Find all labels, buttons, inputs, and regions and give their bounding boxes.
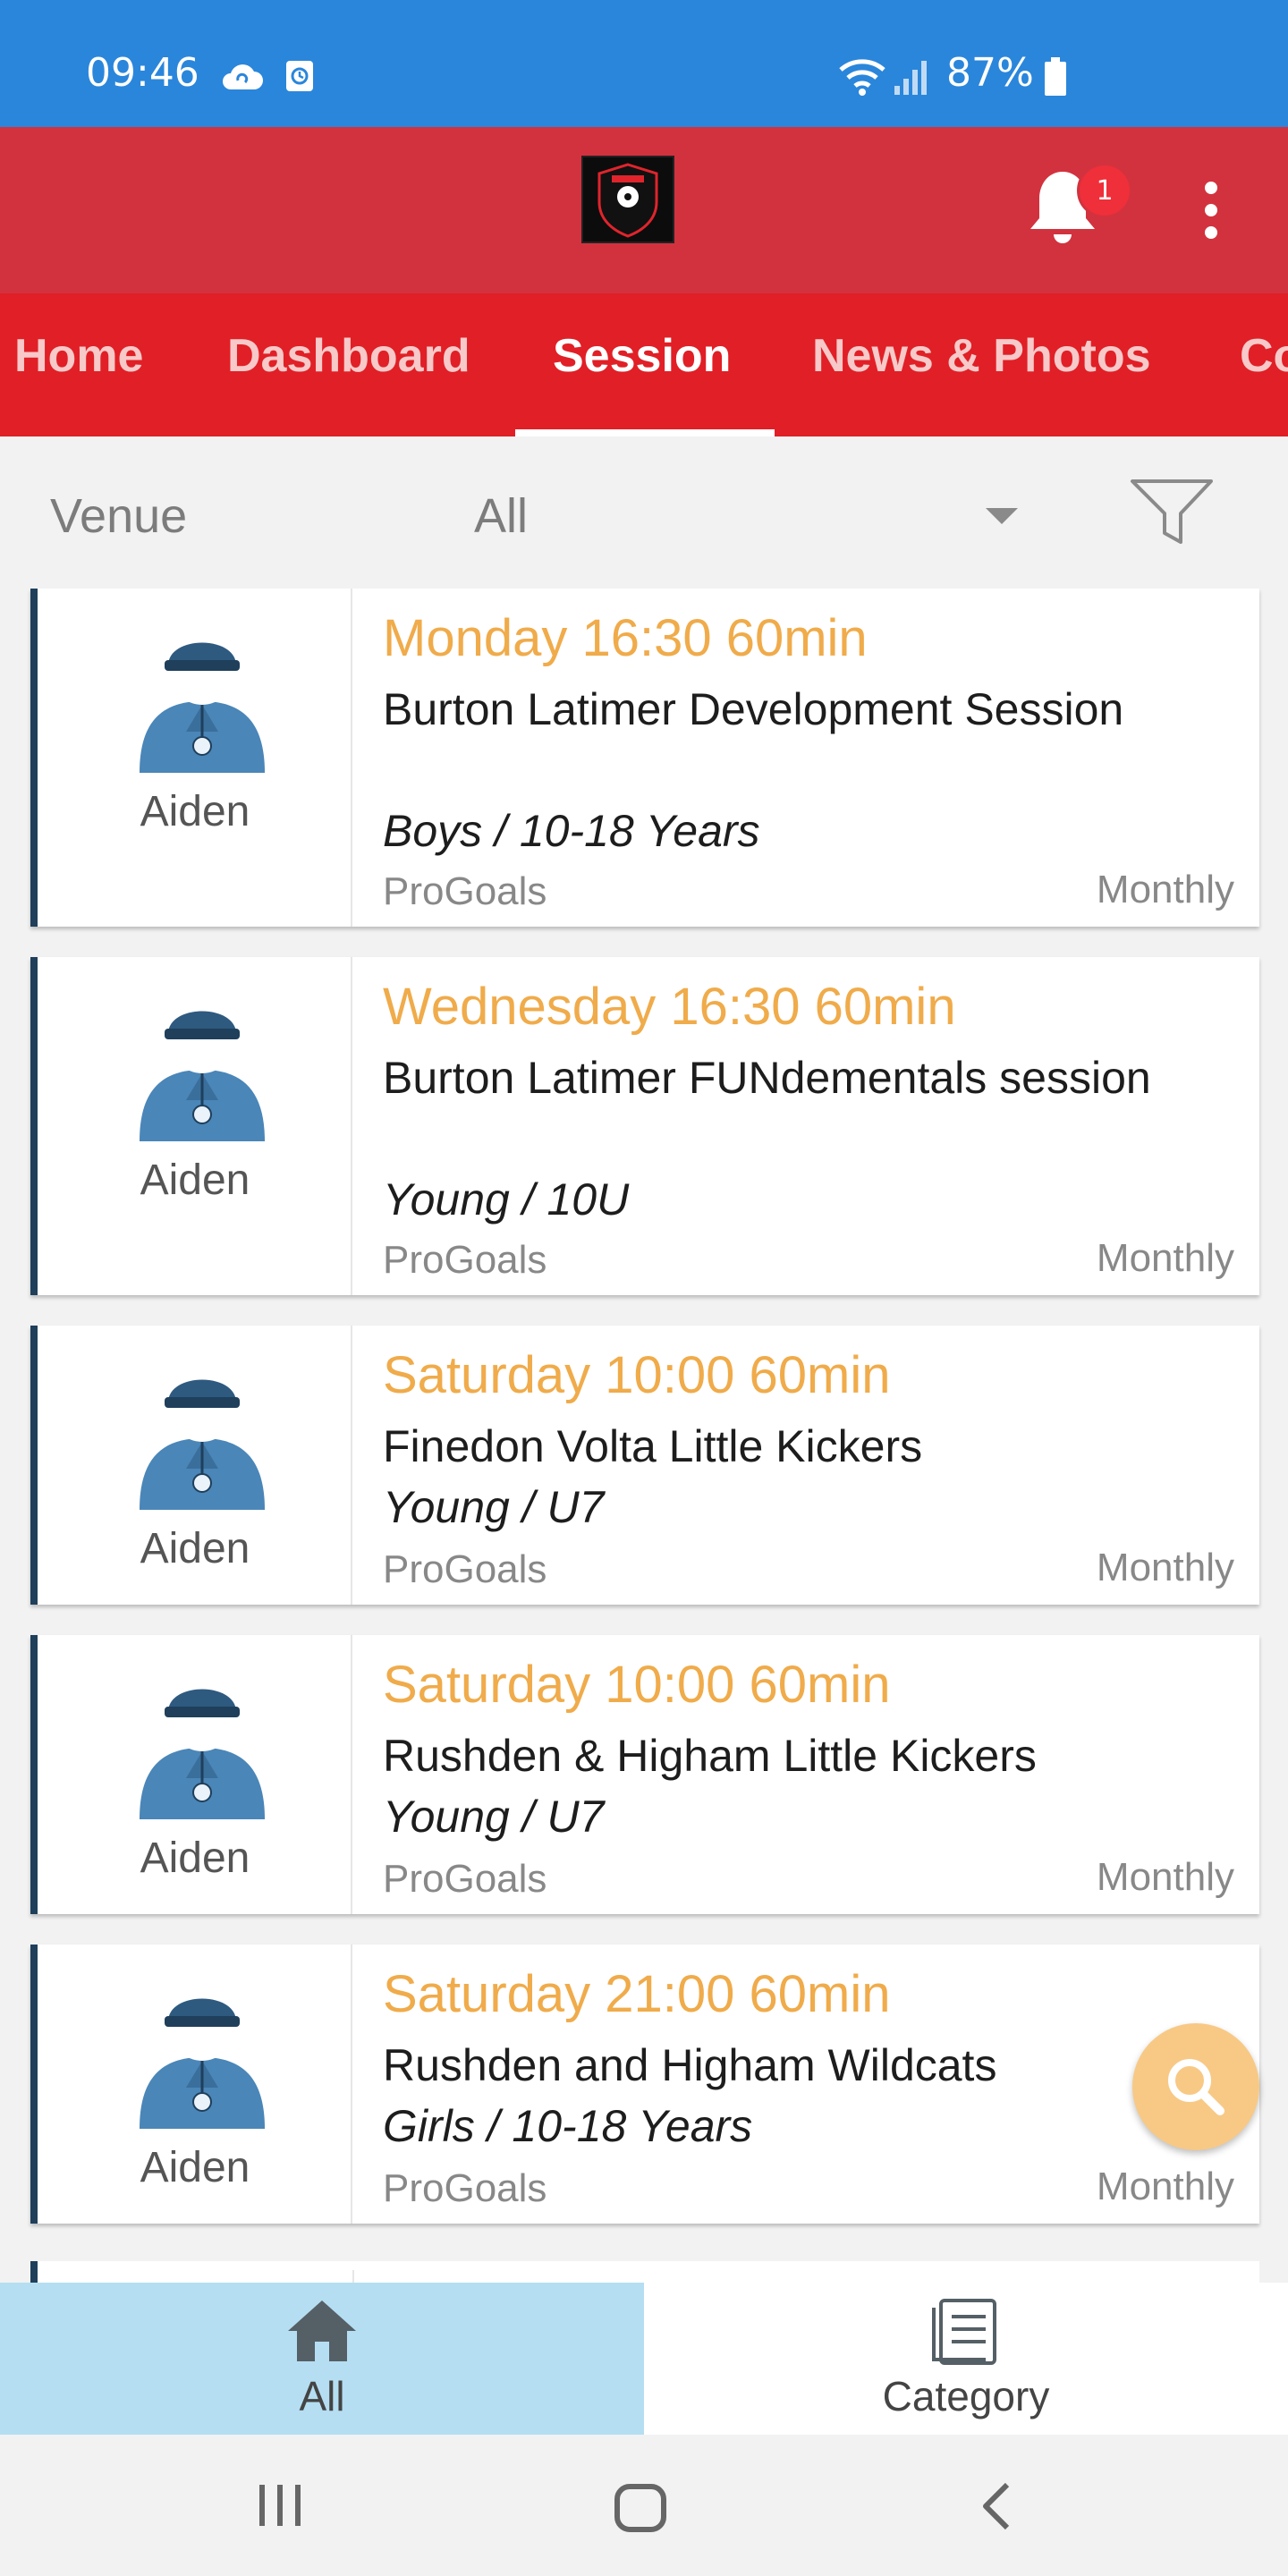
session-card[interactable]: Aiden Wednesday 16:30 60min Burton Latim… [30,957,1259,1295]
home-nav-icon[interactable] [614,2483,667,2533]
venue-label: Venue [50,489,188,543]
coach-section: Aiden [38,1635,352,1914]
nav-category-label: Category [882,2373,1050,2419]
session-frequency: Monthly [1096,2165,1234,2208]
coach-name: Aiden [140,1525,250,1572]
more-options-icon[interactable] [1193,179,1229,242]
wifi-icon [839,59,886,96]
coach-name: Aiden [140,1835,250,1882]
venue-select[interactable] [465,474,1020,560]
cloud-sync-icon [223,64,263,89]
coach-section: Aiden [38,589,352,927]
session-list: Aiden Monday 16:30 60min Burton Latimer … [0,589,1288,2283]
session-organisation: ProGoals [383,1238,547,1282]
coach-avatar-icon [140,1993,265,2129]
status-bar: 09:46 87% [0,0,1288,127]
session-category: Boys / 10-18 Years [383,806,760,856]
session-frequency: Monthly [1096,1546,1234,1589]
system-nav-bar [0,2435,1288,2576]
nav-all-label: All [299,2373,345,2419]
session-card[interactable]: Aiden Saturday 10:00 60min Rushden & Hig… [30,1635,1259,1914]
progoals-logo[interactable] [581,156,674,243]
session-organisation: ProGoals [383,869,547,913]
session-card-partial[interactable] [30,2261,1259,2283]
battery-percent: 87% [946,50,1034,96]
session-time: Monday 16:30 60min [383,609,868,667]
active-tab-indicator [515,429,775,436]
document-list-icon [932,2299,996,2365]
status-time: 09:46 [86,50,199,96]
back-icon[interactable] [979,2481,1014,2531]
coach-section: Aiden [38,1326,352,1605]
session-category: Girls / 10-18 Years [383,2101,753,2151]
coach-name: Aiden [140,2144,250,2191]
session-card[interactable]: Aiden Monday 16:30 60min Burton Latimer … [30,589,1259,927]
coach-name: Aiden [140,788,250,835]
signal-icon [894,61,927,95]
session-title: Burton Latimer FUNdementals session [383,1053,1151,1103]
session-time: Wednesday 16:30 60min [383,978,956,1036]
session-frequency: Monthly [1096,1855,1234,1899]
bottom-nav: All Category [0,2283,1288,2435]
session-card[interactable]: Aiden Saturday 10:00 60min Finedon Volta… [30,1326,1259,1605]
logo-shield-icon [597,163,658,238]
tab-home[interactable]: Home [14,329,143,383]
home-icon [288,2301,356,2361]
nav-category-button[interactable]: Category [644,2283,1288,2435]
session-organisation: ProGoals [383,2166,547,2210]
coach-avatar-icon [140,1374,265,1510]
session-organisation: ProGoals [383,1547,547,1591]
session-title: Finedon Volta Little Kickers [383,1421,923,1471]
session-category: Young / U7 [383,1482,605,1532]
session-category: Young / U7 [383,1792,605,1842]
tab-dashboard[interactable]: Dashboard [227,329,470,383]
coach-section: Aiden [38,957,352,1295]
filter-icon[interactable] [1129,478,1215,546]
screen-record-icon [286,61,313,91]
nav-all-button[interactable]: All [0,2283,644,2435]
search-icon [1168,2059,1224,2115]
dropdown-arrow-icon [986,508,1018,524]
session-frequency: Monthly [1096,1236,1234,1280]
coach-avatar-icon [140,1683,265,1819]
coach-avatar-icon [140,637,265,773]
notification-badge: 1 [1077,163,1132,218]
session-time: Saturday 10:00 60min [383,1656,891,1714]
tab-news-photos[interactable]: News & Photos [812,329,1151,383]
tab-contact[interactable]: Co [1240,329,1288,383]
session-card[interactable]: Aiden Saturday 21:00 60min Rushden and H… [30,1945,1259,2224]
tab-bar: Home Dashboard Session News & Photos Co [0,293,1288,436]
session-title: Burton Latimer Development Session [383,684,1124,734]
session-time: Saturday 21:00 60min [383,1965,891,2023]
search-button[interactable] [1132,2023,1259,2150]
recent-apps-icon[interactable] [256,2481,306,2529]
session-title: Rushden and Higham Wildcats [383,2040,997,2090]
session-organisation: ProGoals [383,1857,547,1901]
coach-avatar-icon [140,1005,265,1141]
session-time: Saturday 10:00 60min [383,1346,891,1404]
tab-session[interactable]: Session [553,329,731,383]
battery-icon [1045,57,1066,96]
venue-value: All [474,489,529,543]
card-divider [352,2270,354,2283]
coach-name: Aiden [140,1157,250,1204]
session-category: Young / 10U [383,1174,630,1224]
session-title: Rushden & Higham Little Kickers [383,1731,1037,1781]
coach-section: Aiden [38,1945,352,2224]
session-frequency: Monthly [1096,868,1234,911]
